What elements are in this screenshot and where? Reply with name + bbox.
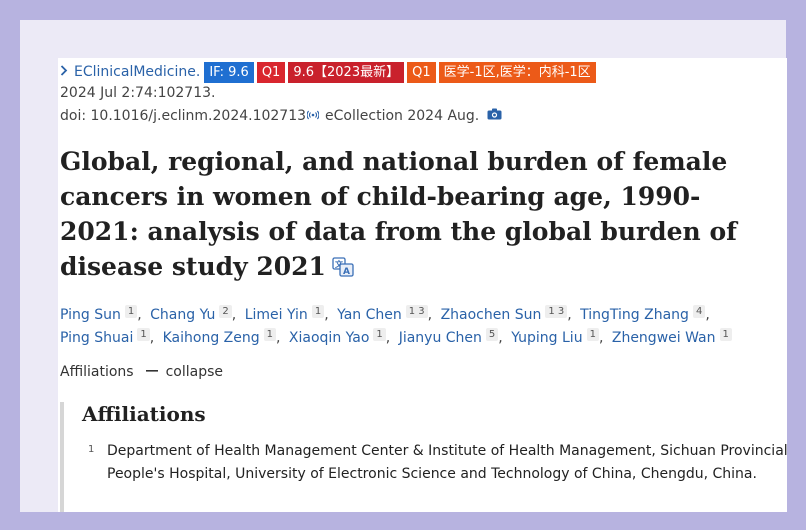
- cast-icon: [306, 110, 320, 123]
- minus-icon: [145, 364, 158, 380]
- author-name[interactable]: Yan Chen: [337, 307, 402, 323]
- author-list: Ping Sun 1, Chang Yu 2, Limei Yin 1, Yan Ch…: [60, 304, 760, 350]
- impact-factor-2023-badge: 9.6【2023最新】: [288, 61, 405, 83]
- cas-zone-badge: 医学-1区,医学：内科-1区: [438, 61, 596, 83]
- article-title-text: Global, regional, and national burden of…: [60, 147, 737, 281]
- affiliations-toggle[interactable]: Affiliations collapse: [60, 364, 223, 380]
- svg-text:A: A: [343, 267, 350, 277]
- author-name[interactable]: Yuping Liu: [511, 330, 582, 346]
- article-title: Global, regional, and national burden of…: [60, 144, 760, 286]
- publication-date: 2024 Jul 2:74:102713.: [60, 85, 216, 101]
- affiliation-ref[interactable]: 1: [719, 328, 732, 341]
- quartile-badge-2: Q1: [407, 61, 436, 83]
- affiliation-ref[interactable]: 1: [586, 328, 599, 341]
- affiliation-ref[interactable]: 1 3: [405, 305, 428, 318]
- affiliations-panel: Affiliations 1 Department of Health Mana…: [60, 402, 787, 512]
- author-name[interactable]: Chang Yu: [150, 307, 215, 323]
- doi-row: doi: 10.1016/j.eclinm.2024.102713 eColle…: [60, 108, 502, 124]
- author-name[interactable]: Limei Yin: [245, 307, 308, 323]
- affiliation-ref[interactable]: 1: [137, 328, 150, 341]
- outer-frame: EClinicalMedicine. IF: 9.6 Q1 9.6【2023最新…: [20, 20, 787, 512]
- affiliation-ref[interactable]: 1: [263, 328, 277, 341]
- author-name[interactable]: Zhengwei Wan: [612, 330, 716, 346]
- affiliation-ref[interactable]: 1: [373, 328, 386, 341]
- impact-factor-badge: IF: 9.6: [204, 61, 254, 83]
- camera-icon[interactable]: [487, 108, 502, 124]
- quartile-badge: Q1: [256, 61, 286, 83]
- ecollection-text: eCollection 2024 Aug.: [325, 108, 480, 124]
- affiliations-heading: Affiliations: [82, 402, 206, 426]
- author-name[interactable]: TingTing Zhang: [580, 307, 689, 323]
- chevron-right-icon[interactable]: [60, 64, 68, 80]
- author-name[interactable]: Zhaochen Sun: [441, 307, 542, 323]
- affiliation-ref[interactable]: 4: [692, 305, 706, 318]
- affiliation-ref[interactable]: 2: [219, 305, 232, 318]
- affiliation-ref[interactable]: 5: [485, 328, 499, 341]
- author-name[interactable]: Jianyu Chen: [399, 330, 482, 346]
- author-name[interactable]: Ping Sun: [60, 307, 121, 323]
- affiliation-ref[interactable]: 1: [311, 305, 325, 318]
- affiliation-text: Department of Health Management Center &…: [107, 443, 787, 482]
- translate-icon[interactable]: 文A: [332, 251, 354, 286]
- collapse-label[interactable]: collapse: [166, 364, 223, 380]
- journal-row: EClinicalMedicine. IF: 9.6 Q1 9.6【2023最新…: [60, 61, 599, 83]
- affiliation-ref[interactable]: 1: [124, 305, 138, 318]
- author-name[interactable]: Ping Shuai: [60, 330, 133, 346]
- author-name[interactable]: Kaihong Zeng: [163, 330, 260, 346]
- article-card: EClinicalMedicine. IF: 9.6 Q1 9.6【2023最新…: [58, 58, 787, 512]
- author-name[interactable]: Xiaoqin Yao: [289, 330, 370, 346]
- doi-text[interactable]: doi: 10.1016/j.eclinm.2024.102713: [60, 108, 306, 124]
- affiliation-number: 1: [88, 444, 95, 455]
- journal-link[interactable]: EClinicalMedicine.: [74, 64, 200, 80]
- affiliations-toggle-label: Affiliations: [60, 364, 134, 380]
- affiliation-ref[interactable]: 1 3: [545, 305, 568, 318]
